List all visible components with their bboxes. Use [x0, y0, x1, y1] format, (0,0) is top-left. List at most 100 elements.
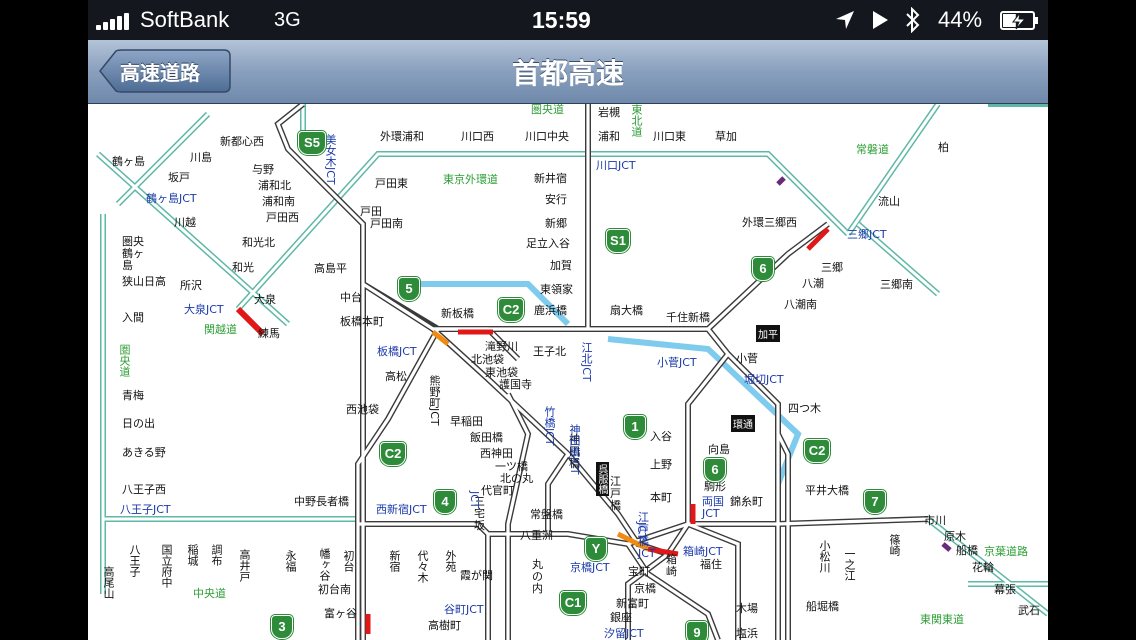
station-label[interactable]: 圏央鶴ヶ島 [122, 236, 150, 272]
station-label[interactable]: 三郷JCT [847, 229, 887, 241]
route-badge[interactable]: C1 [560, 591, 586, 615]
expressway-map[interactable]: 東京外環道 関越道 圏央道 中央道 常磐道 京葉道路 東関東道 圏央道 東北道 … [88, 104, 1048, 640]
route-badge[interactable]: Y [585, 537, 607, 561]
route-badge[interactable]: C2 [498, 298, 524, 322]
station-label[interactable]: 東領家 [540, 284, 573, 296]
station-label[interactable]: 和光北 [242, 237, 275, 249]
station-label[interactable]: 与野 [252, 164, 274, 176]
station-label[interactable]: 調布 [210, 544, 223, 566]
station-label-miyakezaka-jct[interactable]: JCT [468, 491, 481, 509]
station-label[interactable]: 大泉JCT [184, 304, 224, 316]
station-label-kandagawa[interactable]: 環通 [731, 415, 755, 432]
station-label[interactable]: 小菅 [736, 353, 758, 365]
station-label[interactable]: 浦和南 [262, 196, 295, 208]
route-badge[interactable]: 7 [864, 490, 886, 514]
route-badge[interactable]: 6 [704, 458, 726, 482]
station-label[interactable]: 扇大橋 [610, 305, 643, 317]
station-label[interactable]: 谷町JCT [444, 604, 484, 616]
station-label[interactable]: 高樹町 [428, 620, 461, 632]
station-label[interactable]: 川口JCT [596, 160, 636, 172]
station-label[interactable]: 川口東 [653, 131, 686, 143]
station-label[interactable]: 飯田橋 [470, 432, 503, 444]
station-label[interactable]: 王子北 [533, 346, 566, 358]
station-label[interactable]: 外環浦和 [380, 131, 424, 143]
station-label-kohoku-jct[interactable]: 江北JCT [580, 342, 593, 382]
station-label[interactable]: あきる野 [122, 447, 166, 459]
station-label[interactable]: 木場 [736, 603, 758, 615]
station-label[interactable]: 駒形 [704, 481, 726, 493]
station-label[interactable]: 新郷 [545, 218, 567, 230]
station-label[interactable]: 三郷 [821, 262, 843, 274]
station-label-kandabashi-jct[interactable]: 神田橋JCT [568, 424, 581, 475]
station-label[interactable]: 市川 [924, 515, 946, 527]
station-label[interactable]: 本町 [650, 492, 672, 504]
station-label[interactable]: 四つ木 [788, 403, 821, 415]
station-label[interactable]: 川越 [174, 217, 196, 229]
station-label[interactable]: 初台南 [318, 584, 351, 596]
station-label-kumanocho-jct[interactable]: 熊野町JCT [428, 375, 441, 426]
route-badge[interactable]: C2 [804, 439, 830, 463]
station-label-edobashi-vert[interactable]: JCT [635, 522, 648, 540]
station-label[interactable]: 原木 [944, 531, 966, 543]
station-label[interactable]: 早稲田 [450, 416, 483, 428]
station-label[interactable]: 新井宿 [534, 173, 567, 185]
route-badge[interactable]: 4 [434, 490, 456, 514]
station-label[interactable]: 所沢 [180, 280, 202, 292]
station-label[interactable]: 稲城 [186, 544, 199, 566]
station-label[interactable]: 浦和 [598, 131, 620, 143]
station-label[interactable]: 錦糸町 [730, 496, 763, 508]
station-label[interactable]: 西池袋 [346, 404, 379, 416]
station-label[interactable]: 新宿 [388, 550, 401, 572]
station-label-takebashi-jct[interactable]: 竹橋JCT [543, 406, 556, 446]
station-label[interactable]: 鶴ヶ島JCT [146, 193, 197, 205]
station-label-gofukubashi[interactable]: 呉服橋 [596, 462, 609, 496]
station-label[interactable]: 塩浜 [736, 628, 758, 640]
station-label[interactable]: 大泉 [254, 294, 276, 306]
route-badge[interactable]: 3 [271, 615, 293, 639]
station-label[interactable]: 和光 [232, 262, 254, 274]
route-badge[interactable]: 5 [398, 277, 420, 301]
station-label[interactable]: 京橋JCT [570, 562, 610, 574]
station-label[interactable]: 小菅JCT [657, 357, 697, 369]
route-badge[interactable]: S5 [298, 131, 326, 155]
station-label[interactable]: 高尾山 [102, 566, 115, 599]
station-label[interactable]: 柏 [938, 142, 949, 154]
station-label[interactable]: 西神田 [480, 448, 513, 460]
station-label[interactable]: 川口中央 [525, 131, 569, 143]
station-label[interactable]: 上野 [650, 459, 672, 471]
station-label[interactable]: 護国寺 [499, 379, 532, 391]
station-label[interactable]: 永福 [284, 550, 297, 572]
station-label[interactable]: 丸の内 [532, 559, 544, 595]
station-label[interactable]: 宝町 [628, 566, 650, 578]
station-label[interactable]: 草加 [715, 131, 737, 143]
station-label[interactable]: 幡ヶ谷 [318, 548, 331, 581]
station-label[interactable]: 国立府中 [160, 544, 173, 588]
station-label[interactable]: 板橋JCT [377, 346, 417, 358]
station-label[interactable]: 日の出 [122, 418, 155, 430]
station-label[interactable]: 汐留JCT [604, 628, 644, 640]
station-label[interactable]: 加賀 [550, 260, 572, 272]
station-label[interactable]: 戸田南 [370, 218, 403, 230]
station-label[interactable]: 八王子 [128, 544, 141, 577]
route-badge[interactable]: 1 [624, 415, 646, 439]
station-label[interactable]: 入谷 [650, 431, 672, 443]
station-label[interactable]: 西新宿JCT [376, 504, 427, 516]
station-label[interactable]: 代々木 [416, 550, 429, 583]
station-label[interactable]: 両国JCT [702, 496, 728, 520]
station-label[interactable]: 中台 [340, 292, 362, 304]
station-label[interactable]: 鶴ヶ島 [112, 156, 145, 168]
station-label[interactable]: 坂戸 [168, 172, 190, 184]
station-label[interactable]: 武石 [1018, 605, 1040, 617]
station-label[interactable]: 初台 [342, 550, 355, 572]
station-label[interactable]: 高松 [385, 371, 407, 383]
station-label[interactable]: 岩槻 [598, 107, 620, 119]
station-label[interactable]: 福住 [700, 559, 722, 571]
station-label[interactable]: 板橋本町 [340, 316, 384, 328]
station-label[interactable]: 八潮南 [784, 299, 817, 311]
station-label[interactable]: 練馬 [258, 328, 280, 340]
station-label[interactable]: 戸田東 [375, 178, 408, 190]
station-label[interactable]: 浦和北 [258, 180, 291, 192]
station-label[interactable]: 外苑 [444, 550, 457, 572]
station-label[interactable]: 狭山日高 [122, 276, 166, 288]
station-label[interactable]: 高井戸 [238, 549, 251, 582]
